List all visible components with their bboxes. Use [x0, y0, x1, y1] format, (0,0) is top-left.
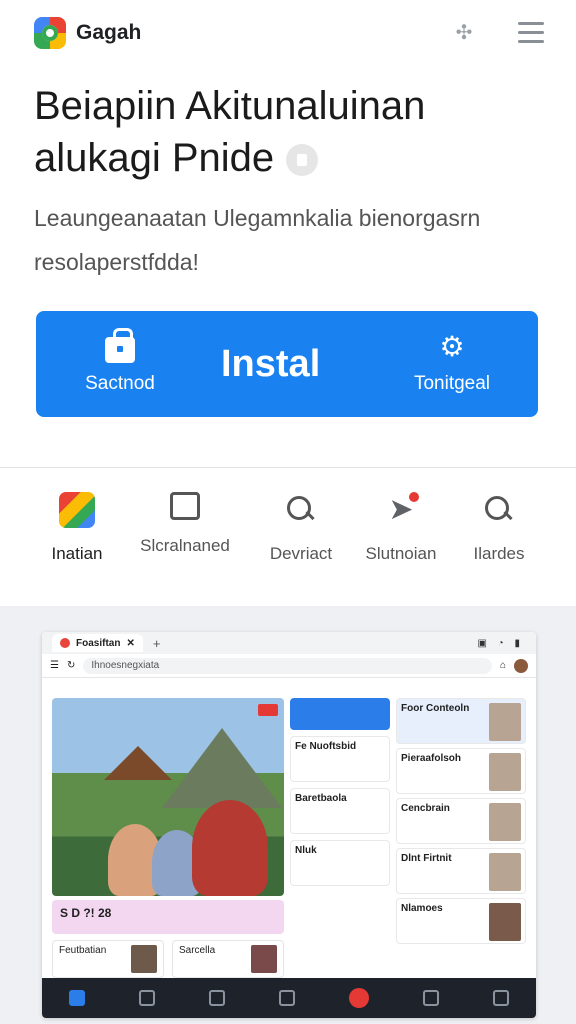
reload-icon: ↻ [66, 660, 76, 671]
preview-bottom-nav [42, 978, 536, 1018]
badge-icon [258, 704, 278, 716]
list-item: Baretbaola [290, 788, 390, 834]
install-left-label: Sactnod [85, 373, 155, 394]
bird-notification-icon: ➤ [383, 492, 419, 528]
preview-middle-column: Fe Nuoftsbid Baretbaola Nluk [290, 698, 390, 886]
pin-icon[interactable]: ✣ [452, 20, 476, 44]
category-item-4[interactable]: Ilardes [444, 488, 554, 564]
preview-body: S D ?! 28 Feutbatian Sarcella Fe Nuoftsb… [52, 696, 526, 978]
preview-photo [52, 698, 284, 896]
list-item: Sarcella [172, 940, 284, 978]
list-item: Dlnt Firtnit [396, 848, 526, 894]
category-label: Inatian [51, 544, 103, 563]
preview-tab: Foasiftan ✕ [52, 634, 143, 652]
category-item-1[interactable]: Slcralnaned [130, 488, 240, 556]
camera-icon [279, 990, 295, 1006]
page-title: Beiapiin Akitunaluinan alukagi Pnide [34, 80, 534, 184]
title-line-1: Beiapiin Akitunaluinan [34, 84, 426, 128]
list-item: Pieraafolsoh [396, 748, 526, 794]
preview-tab-title: Foasiftan [76, 637, 121, 649]
preview-tab-bar: Foasiftan ✕ + ▣ ◔ ▮ [42, 632, 536, 654]
subtitle-line-2: resolaperstfdda! [34, 249, 199, 275]
apps-grid-icon [59, 492, 95, 528]
screenshot-gallery[interactable]: Foasiftan ✕ + ▣ ◔ ▮ ☰ ↻ Ihnoesnegxiata ⌂ [0, 606, 576, 1024]
photo-caption-card: S D ?! 28 [52, 900, 284, 934]
category-item-3[interactable]: ➤ Slutnoian [346, 488, 456, 564]
app-logo-icon [34, 17, 66, 49]
page-subtitle: Leaungeanaatan Ulegamnkalia bienorgasrn … [34, 196, 534, 284]
list-item: Cencbrain [396, 798, 526, 844]
status-icons: ▣ ◔ ▮ [477, 637, 524, 649]
favicon-icon [60, 638, 70, 648]
search-icon [423, 990, 439, 1006]
home-icon [69, 990, 85, 1006]
preview-url: Ihnoesnegxiata [83, 657, 492, 674]
hamburger-menu-icon[interactable] [518, 22, 544, 44]
close-icon: ✕ [126, 637, 135, 649]
share-icon[interactable] [286, 144, 319, 177]
menu-icon: ☰ [50, 660, 59, 671]
install-button[interactable]: Sactnod Instal ⚙ Tonitgeal [36, 311, 538, 417]
install-right-label: Tonitgeal [413, 373, 491, 394]
brand-name: Gagah [76, 21, 142, 44]
title-line-2: alukagi Pnide [34, 136, 275, 180]
list-item: Feutbatian [52, 940, 164, 978]
new-tab-icon: + [152, 635, 161, 651]
list-item: Fe Nuoftsbid [290, 736, 390, 782]
category-label: Slutnoian [365, 544, 437, 563]
sync-gear-icon: ⚙ [439, 331, 465, 362]
record-icon [349, 988, 369, 1008]
category-row: Inatian Slcralnaned Devriact ➤ Slutnoian… [0, 488, 576, 578]
list-item-label: Feutbatian [59, 945, 107, 956]
install-settings-option[interactable]: ⚙ Tonitgeal [404, 331, 500, 395]
category-item-2[interactable]: Devriact [246, 488, 356, 564]
frame-icon [170, 492, 200, 520]
list-item: Nlamoes [396, 898, 526, 944]
preview-right-column: Foor Conteoln Pieraafolsoh Cencbrain Dln… [396, 698, 526, 948]
preview-url-bar: ☰ ↻ Ihnoesnegxiata ⌂ [42, 654, 536, 678]
install-store-option[interactable]: Sactnod [80, 328, 160, 395]
list-item: Foor Conteoln [396, 698, 526, 744]
category-label: Devriact [269, 544, 333, 563]
category-item-0[interactable]: Inatian [22, 488, 132, 564]
home-icon: ⌂ [499, 660, 506, 671]
profile-icon [493, 990, 509, 1006]
search-icon [209, 990, 225, 1006]
gallery-icon [139, 990, 155, 1006]
category-label: Slcralnaned [140, 536, 230, 555]
search-settings-icon [283, 492, 319, 528]
shopping-bag-icon [105, 328, 135, 363]
search-icon [481, 492, 517, 528]
list-item-label: Sarcella [179, 945, 216, 956]
screenshot-preview[interactable]: Foasiftan ✕ + ▣ ◔ ▮ ☰ ↻ Ihnoesnegxiata ⌂ [42, 632, 536, 1018]
category-label: Ilardes [473, 544, 525, 563]
list-item: Nluk [290, 840, 390, 886]
subtitle-line-1: Leaungeanaatan Ulegamnkalia bienorgasrn [34, 205, 481, 231]
top-bar: Gagah ✣ [0, 0, 576, 64]
section-divider [0, 467, 576, 468]
avatar [514, 658, 528, 673]
install-main-label: Instal [221, 343, 321, 385]
